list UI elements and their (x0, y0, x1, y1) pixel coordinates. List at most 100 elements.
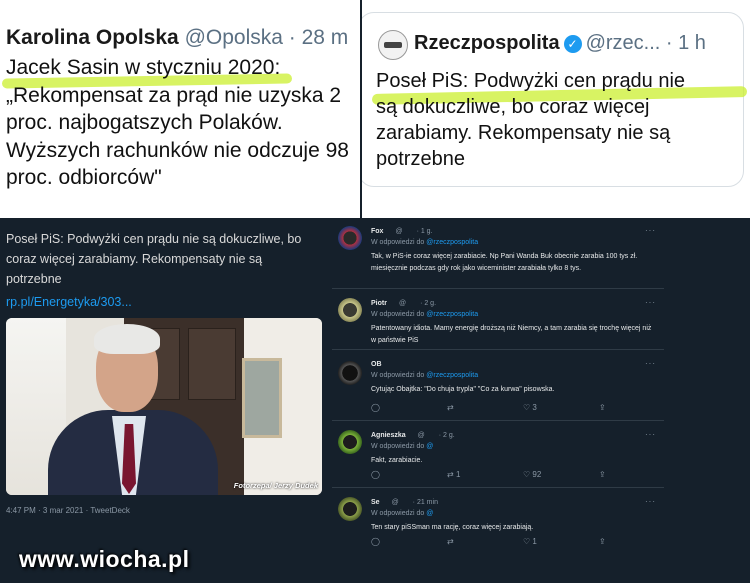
reply-handle[interactable]: @ (395, 228, 402, 235)
in-reply-prefix: W odpowiedzi do (371, 311, 427, 318)
retweet-action[interactable]: ⇄ (447, 537, 523, 546)
retweet-action[interactable]: ⇄ (447, 403, 523, 412)
more-icon[interactable]: ··· (645, 497, 656, 506)
reply-time: · 1 g. (416, 228, 433, 235)
main-tweet: Poseł PiS: Podwyżki cen prądu nie są dok… (0, 218, 330, 583)
reply-time: · 2 g. (438, 432, 455, 439)
tweet-line: Poseł PiS: Podwyżki cen prądu nie (376, 70, 686, 92)
tweet-line: zarabiamy. Rekompensaty nie są (376, 122, 671, 144)
heart-icon: ♡ (523, 537, 531, 546)
site-watermark: www.wiocha.pl (19, 546, 190, 572)
author-name[interactable]: Rzeczpospolita (414, 32, 560, 54)
tweet-meta: 4:47 PM · 3 mar 2021 · TweetDeck (6, 506, 130, 515)
avatar[interactable] (338, 430, 362, 454)
reply-author-name[interactable]: Fox (371, 228, 383, 235)
reply-action[interactable]: ◯ (371, 537, 447, 546)
in-reply-prefix: W odpowiedzi do (371, 510, 427, 517)
reply-item[interactable]: Fox @ · 1 g. ··· W odpowiedzi do @rzeczpos… (332, 218, 664, 289)
in-reply-handle[interactable]: @rzeczpospolita (426, 311, 478, 318)
tweet-body: Jacek Sasin w styczniu 2020: „Rekompensa… (6, 54, 356, 192)
tweet-time: · 28 m (288, 26, 349, 49)
share-action[interactable]: ⇪ (599, 537, 606, 546)
retweet-action[interactable]: ⇄ 1 (447, 470, 523, 479)
reply-time: · 21 min (412, 499, 438, 506)
avatar[interactable] (338, 226, 362, 250)
reply-text: Tak, w PiS-ie coraz więcej zarabiacie. N… (371, 253, 638, 272)
reply-icon: ◯ (371, 403, 380, 412)
reply-author-name[interactable]: Agnieszka (371, 432, 406, 439)
reply-action[interactable]: ◯ (371, 470, 447, 479)
share-icon: ⇪ (599, 470, 606, 479)
avatar[interactable] (338, 298, 362, 322)
retweet-count: 1 (455, 470, 461, 479)
tweet-line: „Rekompensat za prąd nie uzyska 2 (6, 83, 342, 107)
more-icon[interactable]: ··· (645, 226, 656, 235)
tweet-body: Poseł PiS: Podwyżki cen prądu nie są dok… (376, 68, 746, 172)
verified-badge-icon: ✓ (563, 35, 582, 53)
heart-icon: ♡ (523, 470, 531, 479)
in-reply-prefix: W odpowiedzi do (371, 443, 427, 450)
reply-item[interactable]: Se @ · 21 min ··· W odpowiedzi do @ Ten st… (332, 489, 664, 555)
reply-handle[interactable]: @ (418, 432, 425, 439)
in-reply-to: W odpowiedzi do @rzeczpospolita (371, 239, 478, 246)
tweet-line: proc. najbogatszych Polaków. (6, 111, 283, 134)
share-action[interactable]: ⇪ (599, 403, 606, 412)
author-handle[interactable]: @Opolska (185, 26, 283, 49)
in-reply-handle[interactable]: @ (426, 443, 433, 450)
author-handle[interactable]: @rzec... (586, 32, 661, 54)
reply-author-name[interactable]: Se (371, 499, 380, 506)
share-action[interactable]: ⇪ (599, 470, 606, 479)
in-reply-prefix: W odpowiedzi do (371, 239, 427, 246)
reply-text: Patentowany idiota. Mamy energię droższą… (371, 325, 652, 344)
reply-item[interactable]: Piotr @ · 2 g. ··· W odpowiedzi do @rzeczp… (332, 290, 664, 350)
in-reply-to: W odpowiedzi do @rzeczpospolita (371, 372, 478, 379)
in-reply-handle[interactable]: @rzeczpospolita (426, 372, 478, 379)
tweet-line: potrzebne (376, 148, 465, 170)
share-icon: ⇪ (599, 537, 606, 546)
author-name[interactable]: Karolina Opolska (6, 26, 179, 49)
reply-text: Cytując Obajtka: "Do chuja trypla" "Co z… (371, 386, 555, 393)
reply-text: Ten stary piSSman ma rację, coraz więcej… (371, 524, 534, 531)
reply-header: OB (371, 361, 408, 368)
like-action[interactable]: ♡ 92 (523, 470, 599, 479)
reply-icon: ◯ (371, 470, 380, 479)
photo-hair (94, 324, 160, 354)
in-reply-handle[interactable]: @rzeczpospolita (426, 239, 478, 246)
in-reply-handle[interactable]: @ (426, 510, 433, 517)
more-icon[interactable]: ··· (645, 298, 656, 307)
tweet-line: są dokuczliwe, bo coraz więcej (376, 96, 650, 118)
reply-author-name[interactable]: OB (371, 361, 382, 368)
reply-header: Agnieszka @ · 2 g. (371, 432, 455, 439)
reply-handle[interactable]: @ (392, 499, 399, 506)
tweet-header: Karolina Opolska @Opolska · 28 m (6, 26, 348, 50)
avatar[interactable] (378, 30, 408, 60)
tweet-time: · 1 h (665, 32, 706, 54)
article-link[interactable]: rp.pl/Energetyka/303... (6, 295, 132, 309)
retweet-icon: ⇄ (447, 537, 454, 546)
like-action[interactable]: ♡ 1 (523, 537, 599, 546)
opolska-tweet-crop: Karolina Opolska @Opolska · 28 m Jacek S… (0, 0, 360, 218)
retweet-icon: ⇄ (447, 470, 454, 479)
retweet-icon: ⇄ (447, 403, 454, 412)
avatar[interactable] (338, 361, 362, 385)
reply-handle[interactable]: @ (399, 300, 406, 307)
avatar[interactable] (338, 497, 362, 521)
heart-icon: ♡ (523, 403, 531, 412)
reply-item[interactable]: Agnieszka @ · 2 g. ··· W odpowiedzi do @ F… (332, 422, 664, 488)
reply-header: Se @ · 21 min (371, 499, 438, 506)
like-action[interactable]: ♡ 3 (523, 403, 599, 412)
like-count: 3 (532, 403, 537, 412)
tweet-text: Poseł PiS: Podwyżki cen prądu nie są dok… (6, 232, 302, 286)
photo-credit: Fotorzepa/ Jerzy Dudek (233, 481, 318, 490)
reply-action[interactable]: ◯ (371, 403, 447, 412)
tweet-photo[interactable]: Fotorzepa/ Jerzy Dudek (6, 318, 322, 495)
reply-icon: ◯ (371, 537, 380, 546)
reply-actions: ◯ ⇄ 1 ♡ 92 ⇪ (371, 470, 606, 479)
reply-author-name[interactable]: Piotr (371, 300, 387, 307)
more-icon[interactable]: ··· (645, 359, 656, 368)
in-reply-to: W odpowiedzi do @ (371, 443, 433, 450)
tweet-header: Rzeczpospolita ✓ @rzec... · 1 h (414, 32, 706, 55)
more-icon[interactable]: ··· (645, 430, 656, 439)
reply-actions: ◯ ⇄ ♡ 3 ⇪ (371, 403, 606, 412)
reply-item[interactable]: OB ··· W odpowiedzi do @rzeczpospolita C… (332, 351, 664, 421)
